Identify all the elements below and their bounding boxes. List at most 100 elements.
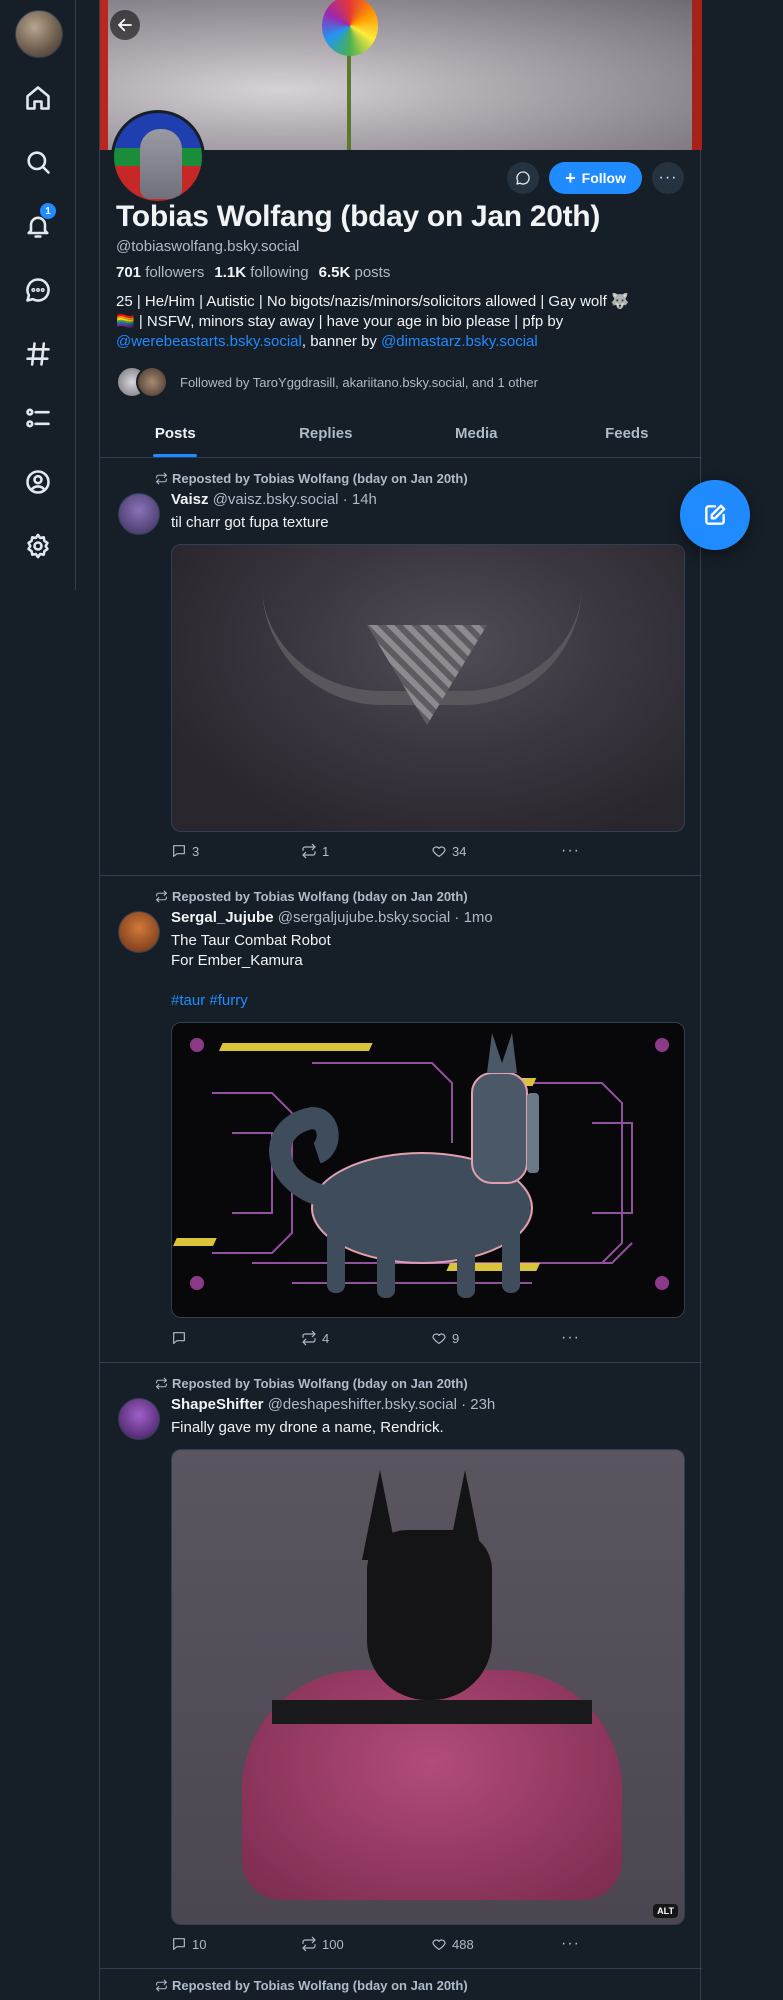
repost-icon <box>302 1330 316 1346</box>
reply-button[interactable]: 3 <box>171 843 301 859</box>
feed-post[interactable]: Reposted by Tobias Wolfang (bday on Jan … <box>100 1364 702 1969</box>
like-button[interactable]: 9 <box>431 1330 561 1346</box>
post-author-avatar[interactable] <box>118 911 160 953</box>
search-nav-button[interactable] <box>18 142 58 182</box>
tab-feeds[interactable]: Feeds <box>552 412 703 457</box>
repost-indicator[interactable]: Reposted by Tobias Wolfang (bday on Jan … <box>155 889 468 904</box>
back-button[interactable] <box>110 10 140 40</box>
profile-tabs: Posts Replies Media Feeds <box>100 412 702 458</box>
search-icon <box>27 151 50 174</box>
tab-posts[interactable]: Posts <box>100 412 251 457</box>
repost-button[interactable]: 4 <box>301 1330 431 1346</box>
post-author-name[interactable]: Sergal_Jujube <box>171 909 274 926</box>
profile-main-column: + Follow ··· Tobias Wolfang (bday on Jan… <box>99 0 702 2000</box>
taur-robot-artwork <box>173 1033 669 1298</box>
post-author-name[interactable]: Vaisz <box>171 491 209 508</box>
notifications-badge: 1 <box>40 203 56 219</box>
repost-indicator[interactable]: Reposted by Tobias Wolfang (bday on Jan … <box>155 1978 468 1993</box>
like-button[interactable]: 488 <box>431 1936 561 1952</box>
post-author-avatar[interactable] <box>118 1398 160 1440</box>
bio-mention-link[interactable]: @werebeastarts.bsky.social <box>116 333 302 350</box>
reply-button[interactable]: 10 <box>171 1936 301 1952</box>
settings-nav-button[interactable] <box>18 526 58 566</box>
alt-text-badge[interactable]: ALT <box>653 1904 678 1918</box>
post-text: til charr got fupa texture <box>171 514 329 531</box>
reply-button[interactable] <box>171 1330 301 1346</box>
repost-indicator[interactable]: Reposted by Tobias Wolfang (bday on Jan … <box>155 1376 468 1391</box>
home-nav-button[interactable] <box>18 78 58 118</box>
post-image[interactable] <box>171 544 685 832</box>
follow-button[interactable]: + Follow <box>549 162 642 194</box>
post-image[interactable]: ALT <box>171 1449 685 1925</box>
reply-icon <box>173 1938 185 1950</box>
post-actions: 3 1 34 ··· <box>171 842 611 860</box>
feeds-nav-button[interactable] <box>18 334 58 374</box>
post-header[interactable]: Sergal_Jujube @sergaljujube.bsky.social … <box>171 909 493 926</box>
chat-bubble-icon <box>26 278 50 302</box>
feed-post[interactable]: Reposted by Tobias Wolfang (bday on Jan … <box>100 1970 702 2000</box>
feed-post[interactable]: Reposted by Tobias Wolfang (bday on Jan … <box>100 459 702 876</box>
post-author-avatar[interactable] <box>118 493 160 535</box>
post-handle-time: @deshapeshifter.bsky.social · 23h <box>267 1396 496 1413</box>
notifications-nav-button[interactable]: 1 <box>18 203 58 246</box>
home-icon <box>26 86 50 110</box>
following-link[interactable]: 1.1K following <box>214 264 308 281</box>
lists-nav-button[interactable] <box>18 398 58 438</box>
left-nav-rail: 1 <box>0 0 76 590</box>
repost-icon <box>302 1936 316 1952</box>
bio-mention-link[interactable]: @dimastarz.bsky.social <box>381 333 538 350</box>
ellipsis-icon: ··· <box>561 1935 580 1952</box>
reply-icon <box>173 1332 185 1344</box>
repost-icon <box>156 472 167 485</box>
arrow-left-icon <box>118 18 132 32</box>
heart-icon <box>432 1939 446 1950</box>
compose-pencil-icon <box>705 504 726 525</box>
profile-avatar[interactable] <box>111 110 205 204</box>
compose-post-button[interactable] <box>680 480 750 550</box>
hashtag-icon <box>26 342 50 366</box>
post-more-button[interactable]: ··· <box>561 1935 601 1953</box>
heart-icon <box>432 846 446 857</box>
ellipsis-icon: ··· <box>658 169 678 186</box>
post-text: The Taur Combat Robot For Ember_Kamura #… <box>171 932 331 1009</box>
ellipsis-icon: ··· <box>561 842 580 859</box>
post-more-button[interactable]: ··· <box>561 842 601 860</box>
repost-icon <box>156 1979 167 1992</box>
post-header[interactable]: ShapeShifter @deshapeshifter.bsky.social… <box>171 1396 495 1413</box>
post-author-name[interactable]: ShapeShifter <box>171 1396 264 1413</box>
plus-icon: + <box>565 168 576 188</box>
profile-stats: 701 followers 1.1K following 6.5K posts <box>116 264 390 281</box>
post-hashtags[interactable]: #taur #furry <box>171 992 248 1009</box>
profile-bio: 25 | He/Him | Autistic | No bigots/nazis… <box>116 292 686 352</box>
repost-button[interactable]: 1 <box>301 843 431 859</box>
gear-icon <box>27 533 49 559</box>
chat-bubble-icon <box>516 171 530 185</box>
bio-line: 🏳️‍🌈 | NSFW, minors stay away | have you… <box>116 313 564 330</box>
heart-icon <box>432 1333 446 1344</box>
followers-link[interactable]: 701 followers <box>116 264 204 281</box>
chat-nav-button[interactable] <box>18 270 58 310</box>
more-options-button[interactable]: ··· <box>652 162 684 194</box>
profile-handle: @tobiaswolfang.bsky.social <box>116 238 300 255</box>
feed-post[interactable]: Reposted by Tobias Wolfang (bday on Jan … <box>100 877 702 1363</box>
tab-media[interactable]: Media <box>401 412 552 457</box>
follow-label: Follow <box>581 170 626 186</box>
current-user-avatar[interactable] <box>15 10 63 58</box>
post-more-button[interactable]: ··· <box>561 1329 601 1347</box>
post-handle-time: @vaisz.bsky.social · 14h <box>212 491 377 508</box>
post-image[interactable] <box>171 1022 685 1318</box>
posts-count: 6.5K posts <box>318 264 391 281</box>
repost-indicator[interactable]: Reposted by Tobias Wolfang (bday on Jan … <box>155 471 468 486</box>
post-actions: 10 100 488 ··· <box>171 1935 611 1953</box>
post-header[interactable]: Vaisz @vaisz.bsky.social · 14h <box>171 491 377 508</box>
message-button[interactable] <box>507 162 540 194</box>
bio-line: 25 | He/Him | Autistic | No bigots/nazis… <box>116 293 630 310</box>
post-handle-time: @sergaljujube.bsky.social · 1mo <box>277 909 493 926</box>
user-circle-icon <box>26 470 50 494</box>
repost-button[interactable]: 100 <box>301 1936 431 1952</box>
followed-by-row[interactable]: Followed by TaroYggdrasill, akariitano.b… <box>116 366 538 398</box>
tab-replies[interactable]: Replies <box>251 412 402 457</box>
like-button[interactable]: 34 <box>431 843 561 859</box>
repost-icon <box>302 843 316 859</box>
profile-nav-button[interactable] <box>18 462 58 502</box>
